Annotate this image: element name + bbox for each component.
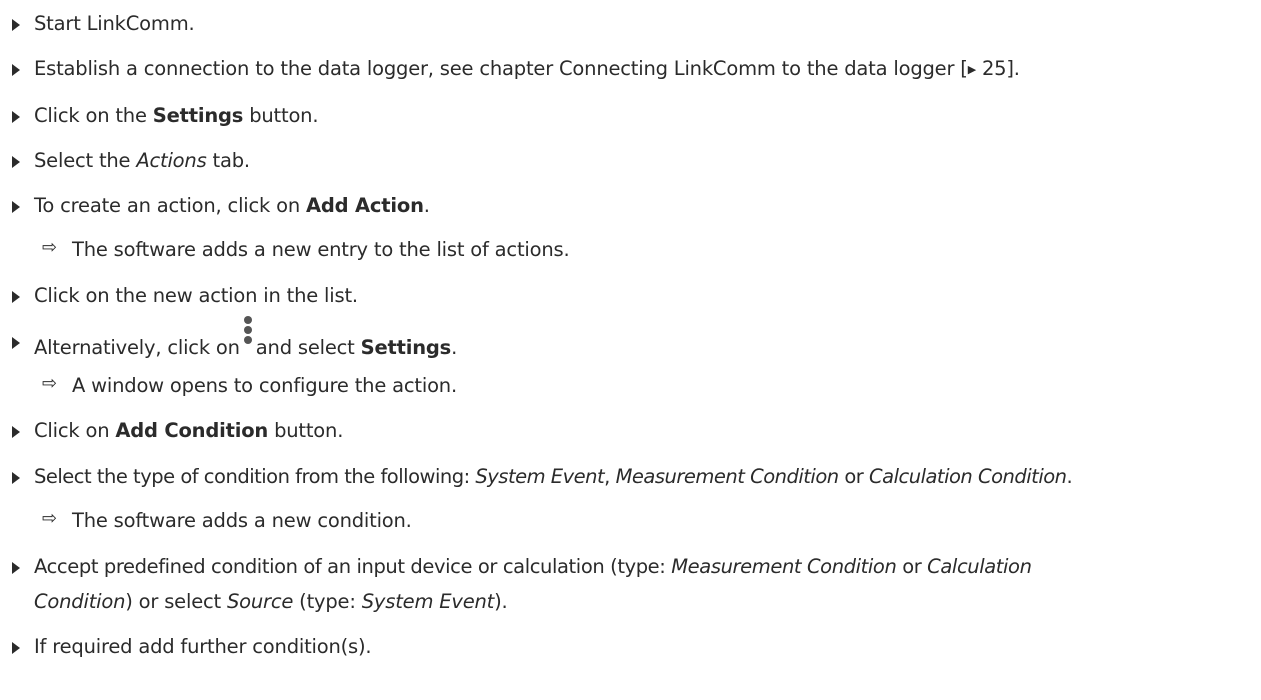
vertical-ellipsis-icon (243, 316, 253, 356)
step-text: Click on the Settings button. (34, 104, 319, 127)
result-text: The software adds a new entry to the lis… (72, 238, 570, 261)
bullet-icon (12, 19, 20, 31)
bullet-icon (12, 337, 20, 349)
result-arrow-icon: ⇨ (42, 237, 57, 258)
bullet-icon (12, 642, 20, 654)
step-text: Alternatively, click on and select Settin… (34, 316, 457, 359)
step-text: Condition) or select Source (type: Syste… (34, 590, 508, 613)
result-arrow-icon: ⇨ (42, 373, 57, 394)
bullet-icon (12, 111, 20, 123)
step-text: Establish a connection to the data logge… (34, 57, 1020, 80)
step-text: Select the Actions tab. (34, 149, 250, 172)
bullet-icon (12, 156, 20, 168)
page-ref-link[interactable]: 25 (982, 57, 1007, 80)
step-text: Start LinkComm. (34, 12, 195, 35)
page-ref-icon: ▶ (967, 63, 976, 76)
result-text: The software adds a new condition. (72, 509, 412, 532)
bullet-icon (12, 64, 20, 76)
bullet-icon (12, 472, 20, 484)
step-text: To create an action, click on Add Action… (34, 194, 430, 217)
bullet-icon (12, 201, 20, 213)
instruction-list: Start LinkComm. Establish a connection t… (0, 0, 1261, 700)
step-text: Select the type of condition from the fo… (34, 465, 1073, 488)
bullet-icon (12, 562, 20, 574)
result-text: A window opens to configure the action. (72, 374, 457, 397)
bullet-icon (12, 426, 20, 438)
step-text: Click on Add Condition button. (34, 419, 344, 442)
bullet-icon (12, 291, 20, 303)
step-text: Accept predefined condition of an input … (34, 555, 1032, 578)
step-text: If required add further condition(s). (34, 635, 372, 658)
step-text: Click on the new action in the list. (34, 284, 358, 307)
result-arrow-icon: ⇨ (42, 508, 57, 529)
